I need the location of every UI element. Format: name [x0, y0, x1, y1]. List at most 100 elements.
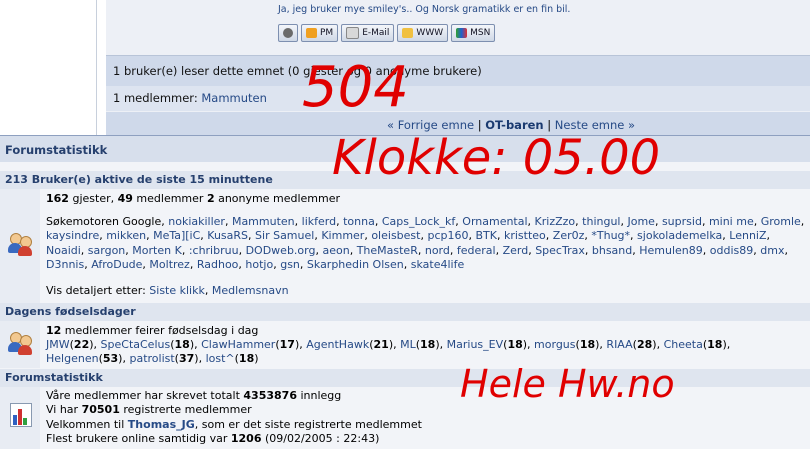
birthday-user-link[interactable]: Marius_EV: [447, 338, 504, 351]
birthday-users-icon: [8, 330, 34, 356]
birthday-age: (18): [575, 338, 600, 351]
list-separator: ,: [784, 243, 788, 257]
online-user-link[interactable]: :chribruu: [189, 244, 239, 257]
birthday-user-link[interactable]: ML: [400, 338, 416, 351]
nav-separator: |: [474, 118, 486, 132]
sort-by-name[interactable]: Medlemsnavn: [212, 284, 289, 297]
forum-link[interactable]: OT-baren: [485, 118, 543, 132]
online-user-link[interactable]: mini me: [709, 215, 754, 228]
readers-members-bar: 1 medlemmer: Mammuten: [106, 86, 810, 111]
online-user-link[interactable]: MeTa][iC: [153, 229, 200, 242]
online-user-link[interactable]: mikken: [106, 229, 146, 242]
list-separator: ,: [496, 229, 504, 243]
online-user-link[interactable]: suprsid: [662, 215, 702, 228]
online-user-link[interactable]: nord: [425, 244, 450, 257]
newest-member-link[interactable]: Thomas_JG: [128, 418, 195, 431]
email-button[interactable]: E-Mail: [341, 24, 395, 42]
msn-button[interactable]: MSN: [451, 24, 496, 42]
online-user-link[interactable]: *Thug*: [591, 229, 630, 242]
online-user-link[interactable]: nokiakiller: [168, 215, 225, 228]
online-user-link[interactable]: thingul: [582, 215, 620, 228]
prev-topic-link[interactable]: « Forrige emne: [387, 118, 474, 132]
birthday-age: (53): [98, 352, 123, 366]
birthday-user-link[interactable]: ClawHammer: [201, 338, 275, 351]
online-user-link[interactable]: bhsand: [592, 244, 632, 257]
online-user-link[interactable]: Noaidi: [46, 244, 81, 257]
online-user-link[interactable]: pcp160: [427, 229, 468, 242]
online-user-link[interactable]: hotjo: [245, 258, 273, 271]
birthday-user-link[interactable]: Helgenen: [46, 352, 99, 365]
users-icon: [8, 231, 34, 257]
birthday-user-link[interactable]: JMW: [46, 338, 70, 351]
anon-label: anonyme medlemmer: [214, 192, 341, 205]
online-user-link[interactable]: Radhoo: [197, 258, 239, 271]
list-separator: ,: [656, 338, 664, 351]
list-separator: ,: [701, 215, 709, 228]
online-user-link[interactable]: sjokolademelka: [637, 229, 722, 242]
reader-member-link[interactable]: Mammuten: [201, 91, 267, 105]
birthday-user-link[interactable]: RIAA: [606, 338, 632, 351]
online-user-link[interactable]: LenniZ: [729, 229, 766, 242]
birthday-age: (18): [234, 352, 259, 366]
online-user-link[interactable]: Skarphedin Olsen: [307, 258, 404, 271]
sort-separator: ,: [204, 284, 212, 297]
msn-icon: [456, 28, 468, 38]
online-user-link[interactable]: gsn: [280, 258, 300, 271]
online-user-link[interactable]: Caps_Lock_kf: [382, 215, 455, 228]
online-user-link[interactable]: oleisbest: [371, 229, 420, 242]
online-user-link[interactable]: aeon: [322, 244, 349, 257]
online-user-link[interactable]: Gromle: [761, 215, 801, 228]
online-user-link[interactable]: Morten K: [132, 244, 182, 257]
list-separator: ,: [93, 338, 101, 351]
online-user-link[interactable]: kaysindre: [46, 229, 99, 242]
online-user-link[interactable]: Moltrez: [149, 258, 189, 271]
online-user-link[interactable]: KusaRS: [207, 229, 248, 242]
online-user-link[interactable]: KrizZzo: [535, 215, 576, 228]
online-user-link[interactable]: AfroDude: [91, 258, 142, 271]
online-user-link[interactable]: BTK: [475, 229, 496, 242]
birthday-user-link[interactable]: SpeCtaCelus: [101, 338, 171, 351]
birthday-user-link[interactable]: patrolist: [129, 352, 174, 365]
sort-by-last-click[interactable]: Siste klikk: [149, 284, 205, 297]
online-user-link[interactable]: federal: [457, 244, 496, 257]
list-separator: ,: [189, 258, 197, 272]
total-posts-line: Våre medlemmer har skrevet totalt 435387…: [46, 389, 422, 403]
online-user-link[interactable]: D3nnis: [46, 258, 84, 271]
birthday-user-link[interactable]: Cheeta: [664, 338, 703, 351]
online-user-link[interactable]: SpecTrax: [535, 244, 585, 257]
next-topic-link[interactable]: Neste emne »: [555, 118, 635, 132]
www-button[interactable]: WWW: [397, 24, 449, 42]
online-user-link[interactable]: Zerd: [503, 244, 529, 257]
email-button-label: E-Mail: [362, 28, 390, 38]
online-user-link[interactable]: TheMasteR: [357, 244, 418, 257]
anon-count: 2: [206, 192, 215, 205]
online-user-link[interactable]: dmx: [760, 244, 784, 257]
profile-icon: [283, 28, 293, 38]
online-user-link[interactable]: Sir Samuel: [255, 229, 314, 242]
birthday-user-link[interactable]: morgus: [534, 338, 575, 351]
online-user-link[interactable]: Ornamental: [462, 215, 527, 228]
birthday-user-link[interactable]: AgentHawk: [306, 338, 369, 351]
online-user-link[interactable]: Hemulen89: [639, 244, 703, 257]
online-user-link[interactable]: Jome: [627, 215, 654, 228]
birthday-age: (17): [275, 338, 300, 351]
online-user-link[interactable]: likferd: [302, 215, 336, 228]
profile-button[interactable]: [278, 24, 298, 42]
total-members-prefix: Vi har: [46, 403, 82, 417]
post-button-row: PM E-Mail WWW MSN: [278, 24, 496, 42]
birthdays-header: Dagens fødselsdager: [0, 303, 810, 321]
online-user-link[interactable]: tonna: [343, 215, 375, 228]
online-user-link[interactable]: DODweb.org: [246, 244, 316, 257]
online-user-link[interactable]: Zer0z: [553, 229, 585, 242]
online-user-link[interactable]: oddis89: [710, 244, 753, 257]
list-separator: ,: [527, 215, 535, 228]
list-separator: ,: [495, 243, 503, 257]
forum-statistics: Forumstatistikk 213 Bruker(e) aktive de …: [0, 135, 810, 449]
online-user-link[interactable]: kristteo: [504, 229, 546, 242]
online-user-link[interactable]: Kimmer: [321, 229, 364, 242]
online-user-link[interactable]: sargon: [88, 244, 126, 257]
birthday-user-link[interactable]: lost^: [206, 352, 235, 365]
online-user-link[interactable]: skate4life: [411, 258, 464, 271]
pm-button[interactable]: PM: [301, 24, 339, 42]
online-user-link[interactable]: Mammuten: [232, 215, 295, 228]
